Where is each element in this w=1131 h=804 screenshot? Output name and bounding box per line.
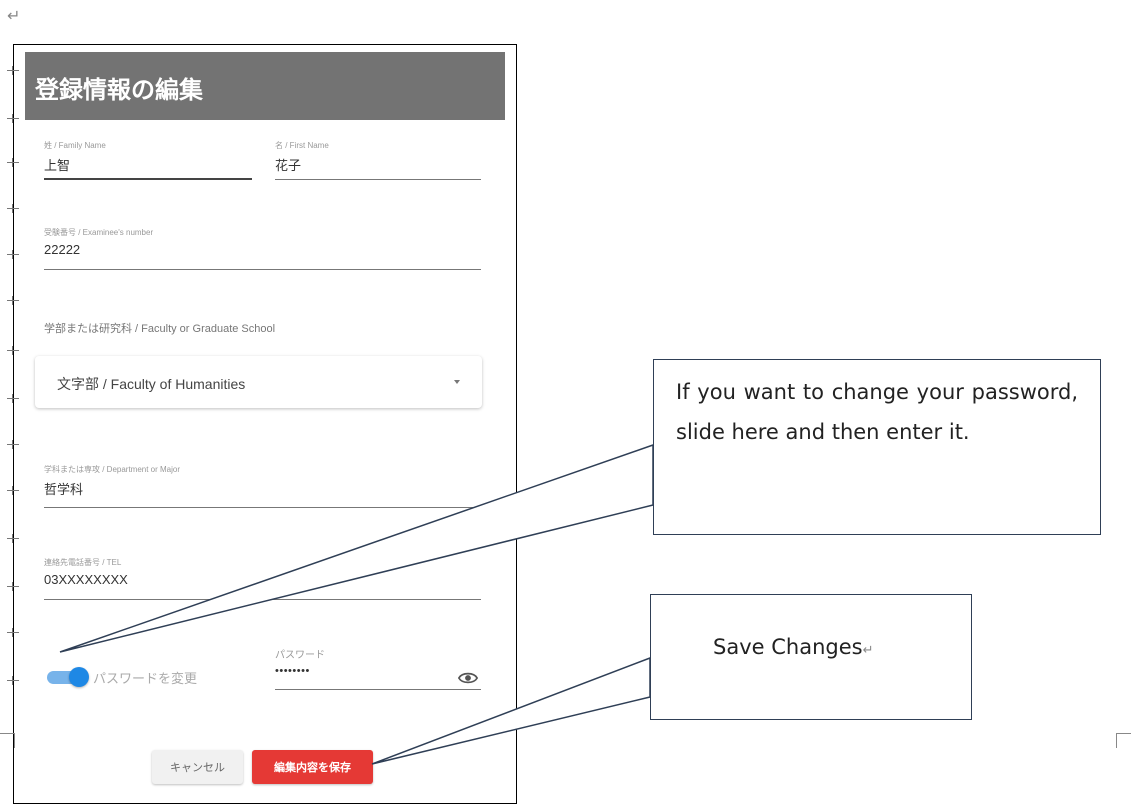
department-label: 学科または専攻 / Department or Major bbox=[44, 465, 181, 474]
first-name-underline bbox=[275, 179, 481, 180]
ruler-tick bbox=[7, 582, 19, 591]
dropdown-caret-icon bbox=[454, 380, 460, 384]
password-callout: If you want to change your password, sli… bbox=[653, 359, 1101, 535]
department-value: 哲学科 bbox=[44, 482, 84, 497]
change-password-toggle[interactable] bbox=[47, 667, 91, 687]
tel-label: 連絡先電話番号 / TEL bbox=[44, 558, 122, 567]
tel-field[interactable]: 連絡先電話番号 / TEL 03XXXXXXXX bbox=[44, 557, 481, 600]
examinee-number-value: 22222 bbox=[44, 242, 81, 257]
ruler-tick bbox=[7, 628, 19, 637]
first-name-value: 花子 bbox=[275, 158, 302, 173]
family-name-value: 上智 bbox=[44, 158, 71, 173]
save-callout-label: Save Changes bbox=[713, 635, 863, 659]
ruler-tick bbox=[7, 296, 19, 305]
examinee-number-label: 受験番号 / Examinee's number bbox=[44, 228, 154, 237]
first-name-label: 名 / First Name bbox=[275, 141, 329, 150]
password-underline bbox=[275, 689, 481, 690]
department-field[interactable]: 学科または専攻 / Department or Major 哲学科 bbox=[44, 464, 481, 508]
password-value: •••••••• bbox=[275, 665, 310, 677]
ruler-tick bbox=[7, 534, 19, 543]
family-name-label: 姓 / Family Name bbox=[44, 141, 106, 150]
cancel-button[interactable]: キャンセル bbox=[152, 750, 243, 784]
dialog-title: 登録情報の編集 bbox=[35, 77, 203, 104]
paragraph-mark: ↵ bbox=[7, 6, 21, 25]
faculty-selected-value: 文字部 / Faculty of Humanities bbox=[57, 376, 246, 392]
ruler-tick bbox=[7, 158, 19, 167]
ruler-tick bbox=[7, 440, 19, 449]
toggle-knob bbox=[69, 667, 89, 687]
family-name-field[interactable]: 姓 / Family Name 上智 bbox=[44, 140, 252, 180]
tel-value: 03XXXXXXXX bbox=[44, 572, 128, 587]
password-label: パスワード bbox=[275, 650, 325, 661]
save-callout: Save Changes↵ bbox=[650, 594, 972, 720]
password-field[interactable]: パスワード •••••••• bbox=[275, 646, 481, 690]
ruler-tick bbox=[7, 486, 19, 495]
ruler-tick bbox=[7, 114, 19, 123]
family-name-underline bbox=[44, 178, 252, 180]
change-password-label: パスワードを変更 bbox=[93, 671, 198, 686]
ruler-tick bbox=[7, 204, 19, 213]
corner-mark bbox=[0, 733, 15, 748]
faculty-select[interactable]: 文字部 / Faculty of Humanities bbox=[35, 356, 482, 408]
save-callout-text: Save Changes↵ bbox=[713, 635, 873, 659]
ruler-tick bbox=[7, 250, 19, 259]
tel-underline bbox=[44, 599, 481, 600]
eye-icon[interactable] bbox=[458, 668, 478, 688]
corner-mark bbox=[1116, 733, 1131, 748]
dialog-header: 登録情報の編集 bbox=[25, 52, 505, 120]
examinee-number-underline bbox=[44, 269, 481, 270]
paragraph-mark: ↵ bbox=[862, 643, 874, 658]
department-underline bbox=[44, 507, 481, 508]
save-button[interactable]: 編集内容を保存 bbox=[252, 750, 373, 784]
faculty-label: 学部または研究科 / Faculty or Graduate School bbox=[44, 323, 276, 335]
first-name-field[interactable]: 名 / First Name 花子 bbox=[275, 140, 481, 180]
ruler-tick bbox=[7, 394, 19, 403]
ruler-tick bbox=[7, 66, 19, 75]
password-callout-text: If you want to change your password, sli… bbox=[676, 380, 1078, 444]
ruler-tick bbox=[7, 346, 19, 355]
ruler-tick bbox=[7, 676, 19, 685]
examinee-number-field[interactable]: 受験番号 / Examinee's number 22222 bbox=[44, 227, 481, 270]
